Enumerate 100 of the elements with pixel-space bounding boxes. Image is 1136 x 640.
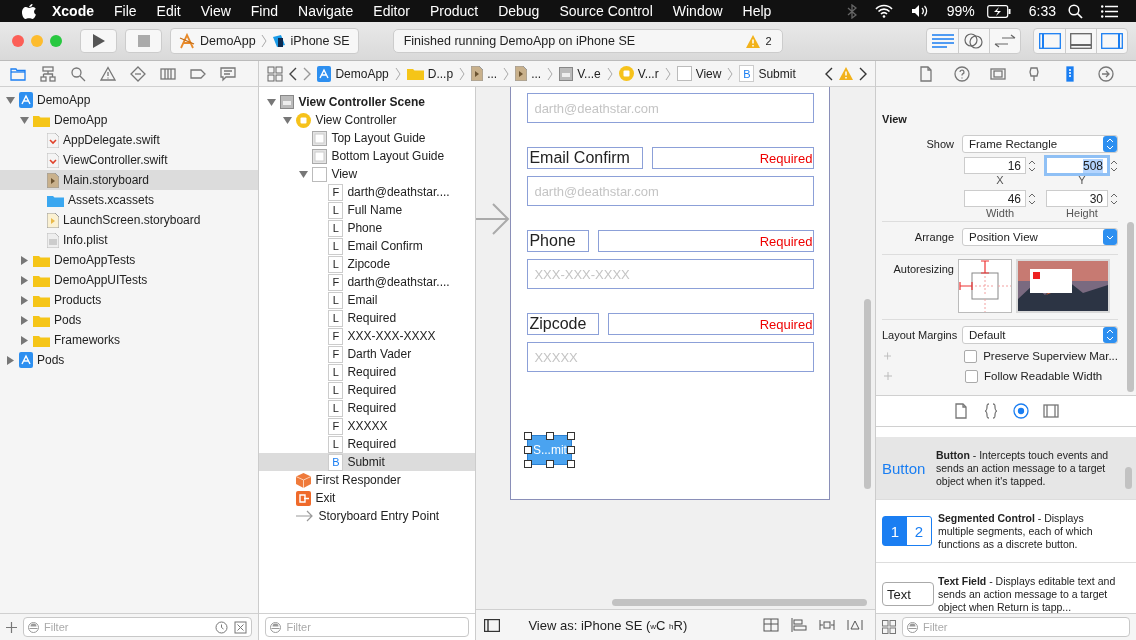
list-icon[interactable]	[1101, 4, 1118, 18]
file-tree-item[interactable]: Pods	[0, 310, 259, 330]
number-field[interactable]: 508	[1046, 157, 1108, 174]
menu-item[interactable]: Edit	[146, 3, 191, 19]
path-crumb[interactable]: V...e	[559, 66, 601, 81]
target-icon[interactable]	[1013, 403, 1029, 419]
checkbox[interactable]	[964, 349, 978, 363]
arrange-popup[interactable]: Position View	[962, 228, 1118, 246]
scrollbar-thumb[interactable]	[1127, 222, 1134, 392]
outline-item[interactable]: First Responder	[259, 471, 476, 489]
outline-item[interactable]: L Full Name	[259, 201, 476, 219]
braces-icon[interactable]	[983, 403, 999, 419]
bluetooth-icon[interactable]	[846, 3, 857, 19]
library-item[interactable]: Button Button - Intercepts touch events and sends an action message to a target object when it's tapped.	[876, 437, 1136, 500]
resize-handle[interactable]	[545, 460, 554, 468]
outline-item[interactable]: Exit	[259, 489, 476, 507]
file-tree-item[interactable]: DemoAppUITests	[0, 270, 259, 290]
grid-icon[interactable]	[267, 65, 284, 82]
menu-item[interactable]: Navigate	[288, 3, 364, 19]
forward-icon[interactable]	[303, 66, 312, 81]
path-crumb[interactable]: B Submit	[739, 65, 796, 82]
outline-item[interactable]: F XXXXX	[259, 417, 476, 435]
slider-icon[interactable]	[1026, 65, 1042, 82]
number-field[interactable]: 16	[964, 157, 1026, 174]
filter-field[interactable]: Filter	[902, 617, 1130, 637]
embed-stack-icon[interactable]	[763, 618, 779, 632]
next-issue-icon[interactable]	[859, 66, 867, 81]
outline-item[interactable]: F darth@deathstar....	[259, 273, 476, 291]
disclosure-down-icon[interactable]	[299, 169, 309, 179]
outline-item[interactable]: L Phone	[259, 219, 476, 237]
menu-item[interactable]: View	[190, 3, 241, 19]
library-item[interactable]: 1 2 Segmented Control - Displays multiple segments, each of which functions as a discrete button.	[876, 500, 1136, 563]
entry-point-arrow[interactable]	[476, 202, 511, 236]
menu-item[interactable]: Find	[240, 3, 289, 19]
filter-field[interactable]: Filter	[23, 617, 253, 637]
menu-item[interactable]: Xcode	[42, 3, 104, 19]
hierarchy-icon[interactable]	[40, 65, 56, 82]
id-card-icon[interactable]	[990, 65, 1006, 82]
outline-item[interactable]: L Required	[259, 363, 476, 381]
outline-item[interactable]: Storyboard Entry Point	[259, 507, 476, 525]
filter-field[interactable]: Filter	[265, 617, 470, 637]
checkbox-label[interactable]: Preserve Superview Mar...	[983, 350, 1118, 362]
menu-item[interactable]: File	[104, 3, 147, 19]
outline-item[interactable]: L Email Confirm	[259, 237, 476, 255]
outline-item[interactable]: Bottom Layout Guide	[259, 147, 476, 165]
apple-logo-icon[interactable]	[22, 3, 36, 19]
scrollbar-thumb[interactable]	[1125, 467, 1132, 489]
file-tree-item[interactable]: ViewController.swift	[0, 150, 259, 170]
outline-item[interactable]: L Required	[259, 435, 476, 453]
diamond-icon[interactable]	[130, 65, 146, 82]
close-button[interactable]	[12, 35, 24, 47]
file-tree-item[interactable]: DemoApp	[0, 110, 259, 130]
menu-item[interactable]: Window	[662, 3, 733, 19]
outline-item[interactable]: F XXX-XXX-XXXX	[259, 327, 476, 345]
autoresizing-drawing[interactable]	[958, 259, 1012, 313]
outline-item[interactable]: L Zipcode	[259, 255, 476, 273]
path-crumb[interactable]: View	[676, 66, 722, 81]
outline-item[interactable]: View Controller Scene	[259, 93, 476, 111]
scheme-selector[interactable]: DemoApp iPhone SE	[170, 28, 359, 54]
folder-icon[interactable]	[10, 65, 26, 82]
outline-item[interactable]: L Email	[259, 291, 476, 309]
help-icon[interactable]	[954, 65, 970, 82]
add-icon[interactable]	[6, 621, 17, 633]
stop-button[interactable]	[125, 29, 162, 53]
outline-item[interactable]: Top Layout Guide	[259, 129, 476, 147]
view-controller-scene[interactable]: darth@deathstar.com Email Confirm Required darth@deathstar.com Phone Required XXX-XXX-XXXX Zipcode Required XXXXX S...mit	[510, 87, 831, 500]
scrollbar-thumb[interactable]	[864, 299, 871, 489]
document-icon[interactable]	[953, 403, 969, 419]
outline-item[interactable]: View	[259, 165, 476, 183]
run-button[interactable]	[80, 29, 117, 53]
menu-item[interactable]: Debug	[488, 3, 550, 19]
outline-item[interactable]: F Darth Vader	[259, 345, 476, 363]
path-crumb[interactable]: ...	[471, 66, 498, 81]
file-tree-item[interactable]: Main.storyboard	[0, 170, 259, 190]
warning-icon[interactable]	[100, 65, 116, 82]
number-field[interactable]: 30	[1046, 190, 1108, 207]
path-crumb[interactable]: ...	[515, 66, 542, 81]
outline-item[interactable]: B Submit	[259, 453, 476, 471]
resize-handle[interactable]	[545, 432, 554, 440]
number-field[interactable]: 46	[964, 190, 1026, 207]
show-popup[interactable]: Frame Rectangle	[962, 135, 1118, 153]
editor-mode-control[interactable]	[926, 28, 1021, 54]
file-tree-item[interactable]: Info.plist	[0, 230, 259, 250]
menu-item[interactable]: Product	[419, 3, 489, 19]
document-icon[interactable]	[918, 65, 934, 82]
outline-item[interactable]: F darth@deathstar....	[259, 183, 476, 201]
required-label[interactable]: Required	[597, 230, 815, 252]
file-tree-item[interactable]: Frameworks	[0, 330, 259, 350]
path-crumb[interactable]: D...p	[406, 66, 454, 81]
checkbox[interactable]	[965, 369, 978, 383]
outline-item[interactable]: L Required	[259, 381, 476, 399]
clock-icon[interactable]	[215, 620, 229, 634]
required-label[interactable]: Required	[608, 313, 815, 335]
film-icon[interactable]	[1043, 403, 1059, 419]
scope-icon[interactable]	[234, 620, 248, 634]
gauge-icon[interactable]	[160, 65, 176, 82]
file-tree-item[interactable]: AppDelegate.swift	[0, 130, 259, 150]
back-icon[interactable]	[289, 66, 298, 81]
field-label[interactable]: Phone	[527, 230, 589, 252]
path-crumb[interactable]: V...r	[618, 66, 659, 81]
